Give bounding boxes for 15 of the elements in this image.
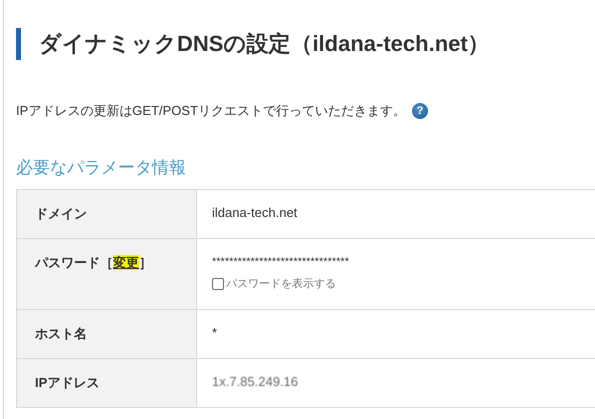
table-cell: * xyxy=(212,325,218,340)
change-link[interactable]: 変更 xyxy=(113,255,139,270)
row-label: パスワード［変更］ xyxy=(35,255,152,270)
section-heading: 必要なパラメータ情報 xyxy=(16,157,187,179)
row-label: ホスト名 xyxy=(35,326,87,341)
row-label: IPアドレス xyxy=(35,375,100,390)
description: IPアドレスの更新はGET/POSTリクエストで行っていただきます。 xyxy=(16,102,406,120)
checkbox-label: パスワードを表示する xyxy=(226,277,336,291)
help-icon[interactable]: ? xyxy=(412,103,428,119)
ip-value: 1x.7.85.249.16 xyxy=(212,374,298,389)
password-value: ******************************** xyxy=(212,256,350,268)
show-password-checkbox[interactable] xyxy=(212,278,224,290)
row-label: ドメイン xyxy=(35,206,87,221)
page-title: ダイナミックDNSの設定（ildana-tech.net） xyxy=(16,28,595,60)
table-cell: ildana-tech.net xyxy=(212,205,298,220)
